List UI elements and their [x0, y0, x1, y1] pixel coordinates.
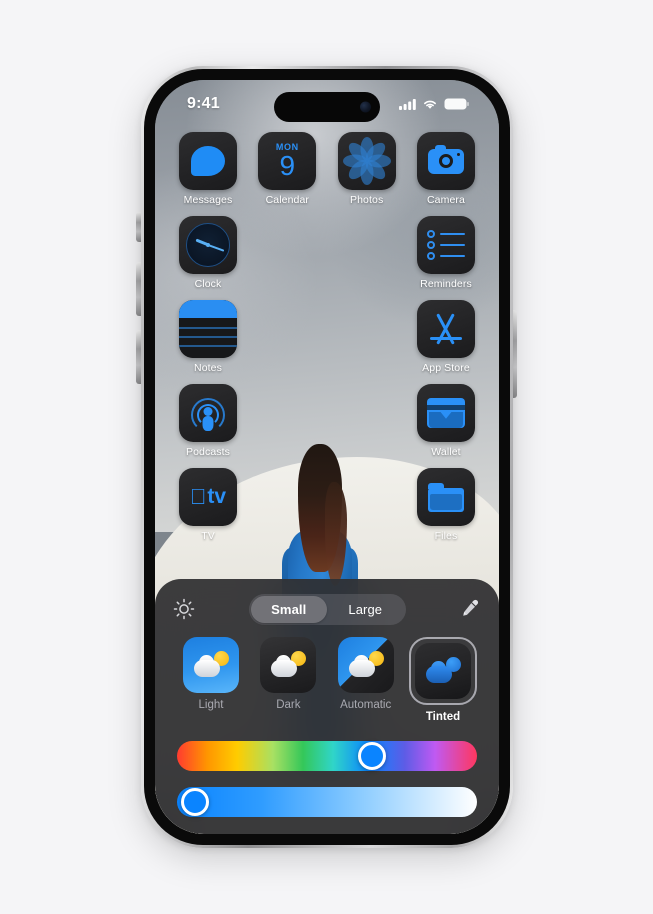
app-label: Notes: [194, 362, 222, 374]
appearance-preview-tinted[interactable]: [414, 643, 471, 699]
icon-size-segmented-control[interactable]: Small Large: [248, 593, 406, 625]
calendar-day: 9: [279, 149, 296, 181]
notes-icon[interactable]: [179, 300, 237, 358]
app-app-store[interactable]: App Store: [415, 300, 477, 374]
camera-icon[interactable]: [416, 132, 475, 190]
app-row: Messages MON 9 Calendar Photos Camera: [177, 132, 477, 206]
tint-sliders: [171, 723, 483, 817]
segment-large[interactable]: Large: [327, 596, 404, 623]
home-screen-customize-panel: Small Large Light Dark Automatic Tinted: [155, 579, 499, 834]
appearance-option-automatic[interactable]: Automatic: [334, 637, 398, 723]
app-podcasts[interactable]: Podcasts: [177, 384, 239, 458]
appearance-preview-dark[interactable]: [260, 637, 317, 693]
wifi-icon: [422, 98, 438, 110]
front-camera-icon: [360, 101, 371, 113]
eyedropper-icon[interactable]: [457, 596, 483, 622]
app-wallet[interactable]: Wallet: [415, 384, 477, 458]
app-notes[interactable]: Notes: [177, 300, 239, 374]
photos-icon[interactable]: [337, 132, 396, 190]
calendar-icon[interactable]: MON 9: [258, 132, 317, 190]
appearance-label: Light: [198, 699, 224, 711]
appearance-preview-automatic[interactable]: [337, 637, 394, 693]
app-label: Camera: [427, 194, 465, 206]
app-label: Wallet: [431, 446, 461, 458]
battery-icon: [444, 98, 469, 110]
iphone-device: 9:41 Messages MON 9 Calendar Photos Came…: [141, 66, 513, 848]
app-reminders[interactable]: Reminders: [415, 216, 477, 290]
clock-icon[interactable]: [179, 216, 237, 274]
appearance-preview-light[interactable]: [183, 637, 239, 693]
device-bezel: 9:41 Messages MON 9 Calendar Photos Came…: [144, 69, 510, 845]
app-label: Podcasts: [186, 446, 230, 458]
hue-slider-thumb[interactable]: [358, 742, 386, 770]
appearance-option-light[interactable]: Light: [179, 637, 243, 723]
tv-icon[interactable]: tv: [179, 468, 237, 526]
app-calendar[interactable]: MON 9 Calendar: [256, 132, 318, 206]
messages-icon[interactable]: [179, 132, 237, 190]
app-row: Podcasts Wallet: [177, 384, 477, 458]
app-camera[interactable]: Camera: [415, 132, 477, 206]
app-files[interactable]: Files: [415, 468, 477, 542]
app-label: TV: [201, 530, 215, 542]
app-messages[interactable]: Messages: [177, 132, 239, 206]
segment-small[interactable]: Small: [250, 595, 327, 623]
app-label: Reminders: [420, 278, 472, 290]
tint-brightness-slider-thumb[interactable]: [181, 788, 209, 816]
app-photos[interactable]: Photos: [336, 132, 398, 206]
device-screen: 9:41 Messages MON 9 Calendar Photos Came…: [155, 80, 499, 834]
cellular-signal-icon: [399, 98, 416, 110]
status-time: 9:41: [187, 95, 220, 112]
hue-slider[interactable]: [177, 741, 477, 771]
app-store-icon[interactable]: [416, 300, 475, 358]
app-grid: Messages MON 9 Calendar Photos Camera Cl…: [155, 132, 499, 552]
appearance-option-tinted[interactable]: Tinted: [408, 637, 477, 723]
app-tv[interactable]: tv TV: [177, 468, 239, 542]
appearance-label: Automatic: [340, 699, 392, 711]
app-row: Notes App Store: [177, 300, 477, 374]
wallet-icon[interactable]: [416, 384, 475, 442]
app-label: Messages: [183, 194, 233, 206]
app-row: tv TV Files: [177, 468, 477, 542]
appearance-selection-ring: [408, 637, 477, 705]
dynamic-island: [274, 92, 380, 122]
app-label: Clock: [194, 278, 222, 290]
screenshot-stage: 9:41 Messages MON 9 Calendar Photos Came…: [0, 0, 653, 914]
appearance-label: Dark: [276, 699, 301, 711]
podcasts-icon[interactable]: [179, 384, 237, 442]
reminders-icon[interactable]: [416, 216, 475, 274]
panel-toolbar: Small Large: [171, 593, 483, 625]
appearance-options: Light Dark Automatic Tinted: [171, 625, 483, 723]
app-label: App Store: [422, 362, 470, 374]
sun-brightness-icon[interactable]: [171, 596, 197, 622]
appearance-option-dark[interactable]: Dark: [256, 637, 320, 723]
app-label: Photos: [350, 194, 384, 206]
tint-brightness-slider[interactable]: [177, 787, 477, 817]
app-label: Calendar: [265, 194, 310, 206]
appearance-label: Tinted: [425, 711, 461, 723]
app-clock[interactable]: Clock: [177, 216, 239, 290]
files-icon[interactable]: [416, 468, 475, 526]
app-label: Files: [434, 530, 458, 542]
app-row: Clock Reminders: [177, 216, 477, 290]
